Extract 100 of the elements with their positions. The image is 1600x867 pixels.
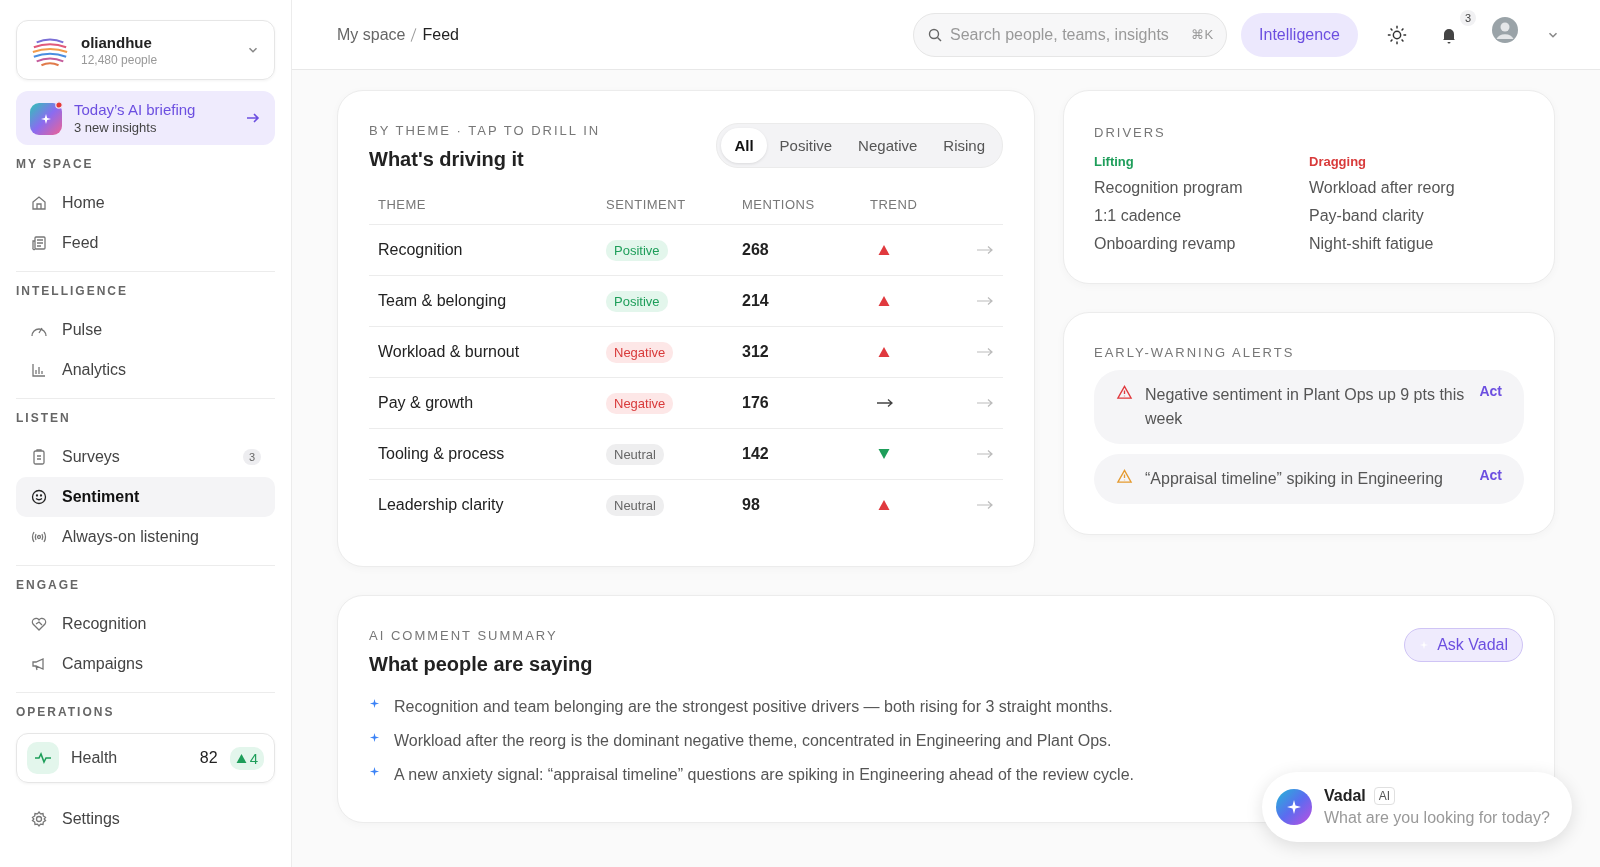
section-label: INTELLIGENCE	[16, 284, 129, 298]
organization-name: oliandhue	[81, 33, 153, 51]
driver-item: Pay-band clarity	[1309, 207, 1425, 225]
mentions-count: 268	[733, 224, 861, 276]
home-icon	[30, 194, 48, 212]
sentiment-tag: Negative	[606, 342, 674, 363]
section-label: ENGAGE	[16, 578, 81, 592]
theme-name: Recognition	[369, 224, 597, 276]
card-title: What's driving it	[369, 148, 525, 171]
keyboard-shortcut: ⌘K	[1191, 26, 1214, 42]
arrow-right-icon[interactable]	[976, 347, 994, 357]
nav-item[interactable]: Home	[16, 183, 275, 223]
settings-item[interactable]: Settings	[16, 799, 275, 839]
search-icon	[927, 26, 944, 43]
card-title: What people are saying	[369, 653, 593, 676]
arrow-right-icon[interactable]	[976, 245, 994, 255]
arrow-right-icon[interactable]	[976, 296, 994, 306]
theme-name: Pay & growth	[369, 377, 597, 429]
driver-item: Workload after reorg	[1309, 179, 1456, 197]
alert-text: Negative sentiment in Plant Ops up 9 pts this week	[1145, 385, 1466, 429]
mentions-count: 214	[733, 275, 861, 327]
nav-item[interactable]: Always-on listening	[16, 517, 275, 557]
briefing-title: Today’s AI briefing	[74, 101, 197, 118]
filter-tab[interactable]: All	[721, 128, 767, 163]
card-eyebrow: BY THEME · TAP TO DRILL IN	[369, 123, 601, 138]
act-link[interactable]: Act	[1479, 383, 1502, 399]
sparkle-icon	[369, 765, 380, 777]
theme-name: Tooling & process	[369, 428, 597, 480]
card-eyebrow: AI COMMENT SUMMARY	[369, 628, 559, 643]
column-header: SENTIMENT	[597, 185, 733, 225]
health-card[interactable]: Health 82 4	[16, 733, 275, 783]
sparkle-icon	[369, 697, 380, 709]
health-label: Health	[71, 749, 119, 767]
triangle-up-icon	[235, 752, 247, 764]
settings-icon	[30, 810, 48, 828]
smiley-icon	[30, 488, 48, 506]
section-label: LISTEN	[16, 411, 72, 425]
summary-point: Workload after the reorg is the dominant negative theme, concentrated in Engineering and Plant Ops.	[394, 732, 1112, 750]
nav-item[interactable]: Recognition	[16, 604, 275, 644]
sparkle-avatar-icon	[1276, 789, 1312, 825]
sparkle-app-icon	[30, 101, 64, 135]
column-header: MENTIONS	[733, 185, 861, 225]
sparkle-icon	[369, 731, 380, 743]
filter-tab[interactable]: Rising	[930, 128, 998, 163]
ask-vadal-button[interactable]: Ask Vadal	[1404, 628, 1523, 662]
assistant-name: Vadal	[1324, 787, 1366, 805]
section-label: OPERATIONS	[16, 705, 116, 719]
arrow-right-icon[interactable]	[976, 398, 994, 408]
driver-item: Night-shift fatigue	[1309, 235, 1435, 253]
summary-point: Recognition and team belonging are the strongest positive drivers — both rising for 3 straight months.	[394, 698, 1113, 716]
health-change: 4	[229, 746, 264, 770]
briefing-subtitle: 3 new insights	[74, 120, 158, 135]
nav-item[interactable]: Pulse	[16, 310, 275, 350]
summary-point: A new anxiety signal: “appraisal timeline” questions are spiking in Engineering ahead of the review cycle.	[394, 766, 1134, 784]
avatar-silhouette[interactable]	[1492, 16, 1518, 43]
card-eyebrow: DRIVERS	[1094, 125, 1167, 140]
column-header: TREND	[861, 185, 953, 225]
theme-name: Leadership clarity	[369, 479, 597, 530]
clipboard-icon	[30, 448, 48, 466]
filter-tab[interactable]: Negative	[845, 128, 931, 163]
health-score: 82	[199, 749, 218, 767]
intelligence-button[interactable]: Intelligence	[1241, 12, 1358, 57]
ai-briefing-card[interactable]: Today’s AI briefing 3 new insights	[16, 91, 275, 145]
heart-handshake-icon	[30, 615, 48, 633]
sentiment-tag: Neutral	[606, 495, 664, 516]
sentiment-tag: Neutral	[606, 444, 664, 465]
organization-switcher[interactable]: oliandhue 12,480 people	[16, 20, 275, 80]
mentions-count: 98	[733, 479, 861, 530]
section-label: MY SPACE	[16, 157, 95, 171]
assistant-chat-bubble[interactable]: Vadal AI What are you looking for today?	[1262, 772, 1572, 842]
sentiment-tag: Negative	[606, 393, 674, 414]
column-header: THEME	[369, 185, 597, 225]
theme-name: Workload & burnout	[369, 326, 597, 378]
act-link[interactable]: Act	[1479, 467, 1502, 483]
sun-icon[interactable]	[1386, 23, 1408, 46]
arrow-right-icon[interactable]	[976, 500, 994, 510]
newspaper-icon	[30, 234, 48, 252]
sentiment-tag: Positive	[606, 291, 668, 312]
driver-item: Onboarding revamp	[1094, 235, 1237, 253]
mentions-count: 312	[733, 326, 861, 378]
ai-badge: AI	[1373, 787, 1396, 805]
dragging-heading: Dragging	[1309, 154, 1368, 169]
nav-item[interactable]: Feed	[16, 223, 275, 263]
lifting-heading: Lifting	[1094, 154, 1135, 169]
nav-item[interactable]: Sentiment	[16, 477, 275, 517]
breadcrumb-link[interactable]: My space	[337, 25, 406, 44]
mentions-count: 142	[733, 428, 861, 480]
assistant-prompt: What are you looking for today?	[1324, 809, 1550, 827]
alert-text: “Appraisal timeline” spiking in Engineering	[1145, 469, 1444, 489]
card-eyebrow: EARLY-WARNING ALERTS	[1094, 345, 1296, 360]
nav-item[interactable]: Analytics	[16, 350, 275, 390]
filter-tab[interactable]: Positive	[766, 128, 846, 163]
arrow-right-icon[interactable]	[976, 449, 994, 459]
bar-chart-icon	[30, 361, 48, 379]
nav-item[interactable]: Surveys 3	[16, 437, 275, 477]
theme-name: Team & belonging	[369, 275, 597, 327]
mentions-count: 176	[733, 377, 861, 429]
pulse-icon	[27, 742, 59, 774]
nav-item[interactable]: Campaigns	[16, 644, 275, 684]
driver-item: Recognition program	[1094, 179, 1244, 197]
